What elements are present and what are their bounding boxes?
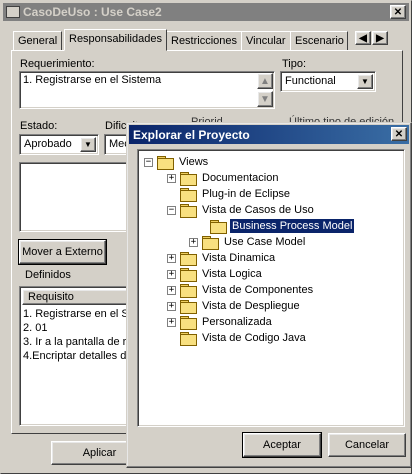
definidos-label: Definidos [25,269,71,281]
expand-icon[interactable]: + [189,237,198,247]
tab-general[interactable]: General [13,31,63,51]
folder-icon [180,284,197,298]
folder-icon [180,332,197,346]
dialog-title: Explorar el Proyecto [133,127,250,142]
estado-label: Estado: [20,120,58,132]
folder-icon [180,316,197,330]
tab-vincular[interactable]: Vincular [241,31,291,51]
tab-scroll-left-icon[interactable]: ◀ [355,31,371,45]
tipo-select[interactable]: Functional ▼ [280,71,376,92]
collapse-icon[interactable]: − [144,157,153,167]
folder-icon [180,252,197,266]
chevron-down-icon[interactable]: ▼ [80,137,96,152]
estado-select[interactable]: Aprobado ▼ [19,134,99,155]
notes-textarea[interactable] [19,162,131,232]
cancel-button[interactable]: Cancelar [328,433,406,457]
folder-icon [202,236,219,250]
tree-node-label: Personalizada [202,316,272,328]
tree-node-label: Vista de Despliegue [202,300,300,312]
expand-icon[interactable]: + [167,317,176,327]
tree-node[interactable]: Vista de Codigo Java [180,330,308,346]
tree-node-label: Vista de Codigo Java [202,332,306,344]
window-app-icon [6,6,20,18]
tab-scroll-right-icon[interactable]: ▶ [372,31,388,45]
tree-node-label: Documentacion [202,172,279,184]
tree-node[interactable]: Business Process Model [210,218,356,234]
tab-restricciones[interactable]: Restricciones [166,31,243,51]
tree-node[interactable]: + Vista de Despliegue [167,298,302,314]
folder-icon [180,188,197,202]
list-item[interactable]: 3. Ir a la pantalla de re [23,336,132,349]
tab-escenario[interactable]: Escenario [290,31,348,51]
requirement-label: Requerimiento: [20,58,95,70]
tipo-label: Tipo: [282,58,307,70]
folder-icon [180,172,197,186]
close-icon[interactable]: ✕ [390,5,406,19]
list-item[interactable]: 1. Registrarse en el S [23,308,129,321]
tab-responsabilidades[interactable]: Responsabilidades [64,29,167,51]
accept-button[interactable]: Aceptar [242,432,322,458]
tree-node[interactable]: Plug-in de Eclipse [180,186,292,202]
tree-node-label: Vista de Componentes [202,284,314,296]
tree-node[interactable]: + Vista Dinamica [167,250,277,266]
list-item[interactable]: 4.Encriptar detalles de [23,350,132,363]
close-icon[interactable]: ✕ [391,127,407,141]
tree-node[interactable]: + Use Case Model [189,234,307,250]
tree-node-label: Vista de Casos de Uso [202,204,314,216]
expand-icon[interactable]: + [167,173,176,183]
folder-icon [180,268,197,282]
list-header[interactable]: Requisito [22,289,130,305]
scroll-up-icon[interactable]: ▲ [257,73,273,89]
tipo-value: Functional [285,75,336,87]
folder-icon [180,204,197,218]
main-title-bar[interactable]: CasoDeUso : Use Case2 ✕ [3,3,409,21]
tree-node[interactable]: + Personalizada [167,314,274,330]
list-item[interactable]: 2. 01 [23,322,47,335]
explore-project-dialog: Explorar el Proyecto ✕ − Views + Documen… [126,122,412,468]
folder-icon [210,220,227,234]
tree-node[interactable]: − Vista de Casos de Uso [167,202,316,218]
folder-icon [157,156,174,170]
tree-node[interactable]: + Documentacion [167,170,280,186]
scroll-down-icon[interactable]: ▼ [257,91,273,107]
move-external-button[interactable]: Mover a Externo [18,239,107,265]
chevron-down-icon[interactable]: ▼ [357,74,373,89]
expand-icon[interactable]: + [167,301,176,311]
tree-node-label-selected: Business Process Model [228,218,356,234]
requirement-field[interactable]: 1. Registrarse en el Sistema ▲ ▼ [19,71,275,109]
tree-node-label: Views [179,156,209,168]
tree-node[interactable]: + Vista de Componentes [167,282,315,298]
dialog-title-bar[interactable]: Explorar el Proyecto ✕ [129,125,409,144]
folder-icon [180,300,197,314]
requirement-value: 1. Registrarse en el Sistema [23,74,162,86]
tree-node-views[interactable]: − Views [144,154,210,170]
project-tree[interactable]: − Views + Documentacion Plug-in de Eclip… [137,149,405,427]
expand-icon[interactable]: + [167,269,176,279]
collapse-icon[interactable]: − [167,205,176,215]
tree-node-label: Vista Dinamica [202,252,276,264]
tree-node-label: Vista Logica [202,268,262,280]
requirements-list[interactable]: Requisito 1. Registrarse en el S 2. 01 3… [19,286,133,426]
expand-icon[interactable]: + [167,253,176,263]
list-header-label: Requisito [28,291,74,303]
expand-icon[interactable]: + [167,285,176,295]
tree-node-label: Use Case Model [224,236,306,248]
main-window-title: CasoDeUso : Use Case2 [23,5,162,19]
tree-node[interactable]: + Vista Logica [167,266,264,282]
estado-value: Aprobado [24,138,72,150]
tree-node-label: Plug-in de Eclipse [202,188,291,200]
